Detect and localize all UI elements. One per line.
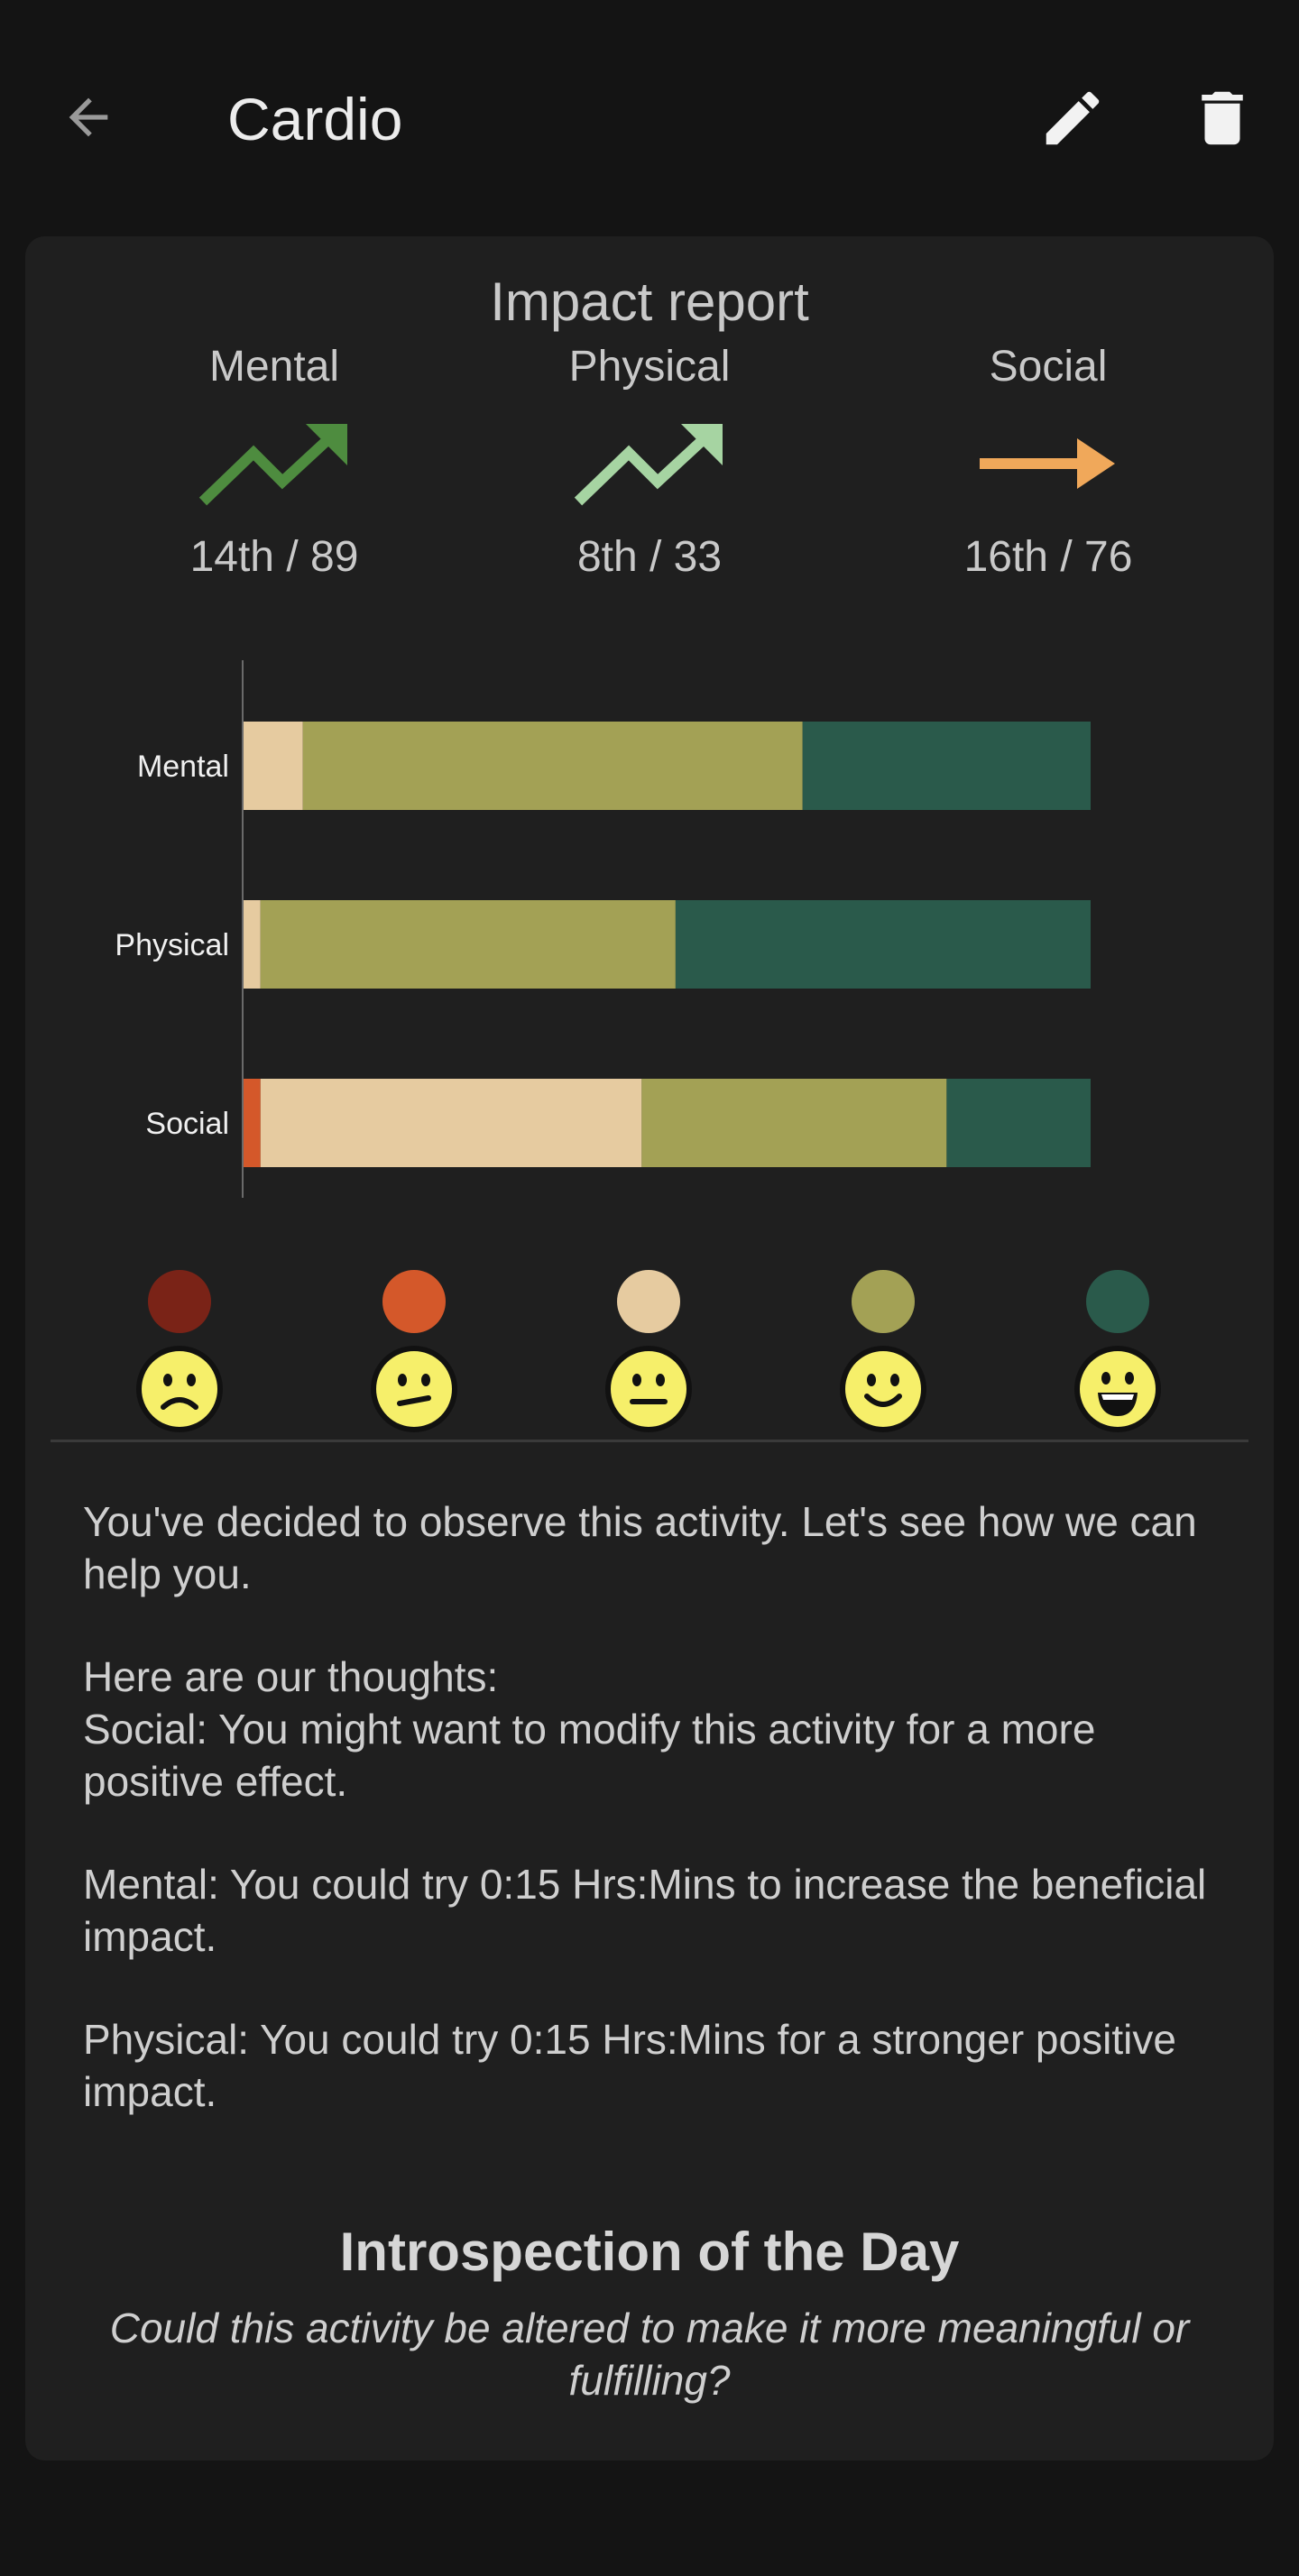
- thought-mental: Mental: You could try 0:15 Hrs:Mins to i…: [83, 1861, 1207, 1960]
- legend-item: [360, 1254, 468, 1488]
- trending-up-icon: [574, 424, 723, 506]
- y-tick-label: Mental: [137, 750, 229, 784]
- category-label: Social: [989, 343, 1108, 391]
- pencil-icon: [1046, 91, 1100, 145]
- app-bar: Cardio: [0, 0, 1299, 235]
- y-tick-label: Physical: [115, 928, 229, 962]
- back-button[interactable]: [52, 81, 124, 153]
- legend-color-dot: [852, 1270, 915, 1333]
- category-rank: 14th / 89: [189, 533, 359, 581]
- bar-segment-social-4: [946, 1079, 1091, 1167]
- thoughts-heading: Here are our thoughts:: [83, 1653, 499, 1700]
- category-label: Physical: [568, 343, 731, 391]
- page-title: Cardio: [227, 86, 403, 152]
- category-physical: Physical 8th / 33: [451, 339, 848, 582]
- bar-segment-mental-2: [244, 722, 303, 810]
- legend-item: [594, 1254, 703, 1488]
- introspection-question: Could this activity be altered to make i…: [109, 2305, 1190, 2404]
- y-tick-label: Social: [145, 1107, 229, 1141]
- thought-physical: Physical: You could try 0:15 Hrs:Mins fo…: [83, 2016, 1176, 2115]
- grin-face-icon: [1073, 1344, 1163, 1434]
- impact-bar-chart: Mental Physical Social: [115, 660, 1091, 1198]
- bar-segment-social-3: [641, 1079, 947, 1167]
- divider: [51, 1440, 1248, 1442]
- legend-item: [125, 1254, 234, 1488]
- mood-legend: [25, 1254, 1274, 1488]
- neutral-face-icon: [603, 1344, 694, 1434]
- thought-social: Social: You might want to modify this ac…: [83, 1706, 1096, 1805]
- trending-up-icon: [198, 424, 347, 506]
- category-rank: 8th / 33: [576, 533, 723, 581]
- category-rank: 16th / 76: [963, 533, 1133, 581]
- arrow-right-icon: [980, 438, 1115, 489]
- legend-color-dot: [382, 1270, 446, 1333]
- category-label: Mental: [208, 343, 340, 391]
- bar-segment-mental-4: [802, 722, 1091, 810]
- bar-segment-social-1: [244, 1079, 261, 1167]
- legend-color-dot: [148, 1270, 211, 1333]
- uneasy-face-icon: [369, 1344, 459, 1434]
- introspection-title: Introspection of the Day: [339, 2222, 960, 2282]
- sad-face-icon: [134, 1344, 225, 1434]
- bar-segment-social-2: [260, 1079, 642, 1167]
- bar-segment-physical-2: [244, 900, 261, 989]
- arrow-left-icon: [69, 97, 108, 137]
- delete-button[interactable]: [1184, 79, 1261, 157]
- bar-segment-physical-4: [675, 900, 1091, 989]
- legend-color-dot: [617, 1270, 680, 1333]
- bar-segment-physical-3: [260, 900, 676, 989]
- trash-icon: [1202, 91, 1243, 145]
- thoughts-intro: You've decided to observe this activity.…: [83, 1498, 1197, 1597]
- category-mental: Mental 14th / 89: [76, 339, 473, 582]
- thoughts-section: You've decided to observe this activity.…: [83, 1495, 1220, 2168]
- impact-report-title: Impact report: [490, 271, 809, 332]
- legend-item: [1064, 1254, 1172, 1488]
- impact-card: Impact report Mental 14th / 89 Physical …: [25, 236, 1274, 2461]
- category-social: Social 16th / 76: [850, 339, 1247, 582]
- smile-face-icon: [838, 1344, 928, 1434]
- edit-button[interactable]: [1034, 79, 1111, 157]
- legend-color-dot: [1086, 1270, 1149, 1333]
- legend-item: [829, 1254, 937, 1488]
- bar-segment-mental-3: [302, 722, 803, 810]
